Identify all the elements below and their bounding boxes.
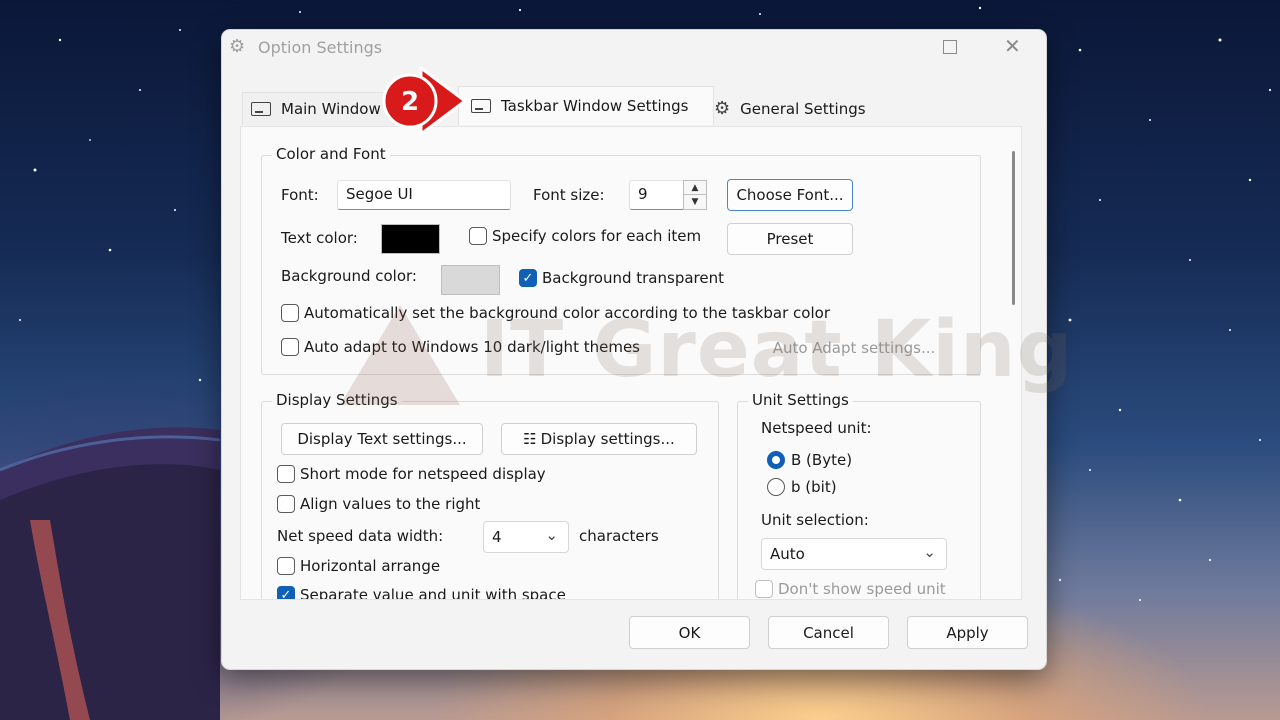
cancel-button[interactable]: Cancel (768, 616, 889, 649)
checkmark-icon: ✓ (519, 269, 537, 287)
display-settings-button[interactable]: ☷ Display settings... (501, 423, 697, 455)
checkbox-label: Short mode for netspeed display (300, 465, 546, 483)
group-title: Display Settings (272, 391, 402, 409)
checkbox-label: Separate value and unit with space (300, 586, 566, 600)
tab-label: Taskbar Window Settings (501, 97, 689, 115)
tab-main-window[interactable]: Main Window (242, 92, 394, 125)
checkbox-icon (755, 580, 773, 598)
background-transparent-checkbox[interactable]: ✓ Background transparent (519, 269, 724, 287)
checkbox-label: Automatically set the background color a… (304, 304, 830, 322)
font-value: Segoe UI (346, 185, 413, 203)
netspeed-unit-label: Netspeed unit: (761, 419, 872, 437)
step-number: 2 (401, 87, 419, 117)
unit-selection-select[interactable]: Auto ⌄ (761, 538, 947, 570)
radio-selected-icon (767, 451, 785, 469)
radio-icon (767, 478, 785, 496)
group-title: Unit Settings (748, 391, 853, 409)
specify-colors-checkbox[interactable]: Specify colors for each item (469, 227, 701, 245)
spin-up-icon[interactable]: ▲ (684, 181, 706, 195)
font-size-label: Font size: (533, 186, 605, 204)
checkmark-icon: ✓ (277, 586, 295, 599)
tab-bar: Main Window Taskbar Window Settings ⚙ Ge… (242, 86, 1042, 126)
option-settings-dialog: ⚙ Option Settings ✕ Main Window Taskbar … (221, 29, 1047, 670)
group-title: Color and Font (272, 145, 390, 163)
font-size-spinner[interactable]: ▲ ▼ (683, 180, 707, 210)
text-color-swatch[interactable] (381, 224, 440, 254)
display-text-settings-button[interactable]: Display Text settings... (281, 423, 483, 455)
font-label: Font: (281, 186, 319, 204)
checkbox-label: Horizontal arrange (300, 557, 441, 575)
auto-adapt-checkbox[interactable]: Auto adapt to Windows 10 dark/light them… (281, 338, 640, 356)
select-value: 4 (492, 528, 502, 546)
data-width-label: Net speed data width: (277, 527, 444, 545)
checkbox-label: Background transparent (542, 269, 724, 287)
window-icon (251, 102, 271, 116)
checkbox-icon (277, 495, 295, 513)
short-mode-checkbox[interactable]: Short mode for netspeed display (277, 465, 546, 483)
horizontal-arrange-checkbox[interactable]: Horizontal arrange (277, 557, 440, 575)
checkbox-icon (281, 304, 299, 322)
checkbox-label: Auto adapt to Windows 10 dark/light them… (304, 338, 640, 356)
checkbox-label: Don't show speed unit (778, 580, 946, 598)
button-label: Display settings... (540, 430, 675, 448)
font-input[interactable]: Segoe UI (337, 180, 511, 210)
auto-adapt-settings-button[interactable]: Auto Adapt settings... (761, 332, 947, 364)
checkbox-icon (469, 227, 487, 245)
align-right-checkbox[interactable]: Align values to the right (277, 495, 480, 513)
window-title: Option Settings (258, 38, 383, 57)
byte-radio[interactable]: B (Byte) (767, 451, 852, 469)
close-button[interactable]: ✕ (1004, 34, 1021, 58)
separate-value-unit-checkbox[interactable]: ✓ Separate value and unit with space (277, 586, 566, 600)
preset-button[interactable]: Preset (727, 223, 853, 255)
checkbox-label: Specify colors for each item (492, 227, 702, 245)
data-width-select[interactable]: 4 ⌄ (483, 521, 569, 553)
choose-font-button[interactable]: Choose Font... (727, 179, 853, 211)
background-color-swatch[interactable] (441, 265, 500, 295)
checkbox-icon (277, 465, 295, 483)
font-size-input[interactable]: 9 (629, 180, 685, 210)
tab-taskbar-window-settings[interactable]: Taskbar Window Settings (458, 86, 714, 125)
step-callout: 2 (382, 66, 467, 136)
select-value: Auto (770, 545, 805, 563)
title-bar: ⚙ Option Settings ✕ (222, 30, 1046, 66)
checkbox-icon (277, 557, 295, 575)
background-color-label: Background color: (281, 267, 417, 285)
text-color-label: Text color: (281, 229, 358, 247)
maximize-button[interactable] (943, 40, 957, 54)
bit-radio[interactable]: b (bit) (767, 478, 837, 496)
spin-down-icon[interactable]: ▼ (684, 195, 706, 209)
taskbar-icon (471, 99, 491, 113)
taskbar-settings-panel: Color and Font Font: Segoe UI Font size:… (240, 126, 1022, 600)
radio-label: B (Byte) (791, 451, 853, 469)
ok-button[interactable]: OK (629, 616, 750, 649)
width-unit-label: characters (579, 527, 659, 545)
checkbox-label: Align values to the right (300, 495, 481, 513)
list-icon: ☷ (523, 430, 537, 448)
apply-button[interactable]: Apply (907, 616, 1028, 649)
chevron-down-icon: ⌄ (545, 526, 558, 544)
radio-label: b (bit) (791, 478, 837, 496)
dont-show-unit-checkbox[interactable]: Don't show speed unit (755, 580, 946, 598)
tab-label: Main Window (281, 100, 381, 118)
tab-general-settings[interactable]: ⚙ General Settings (704, 92, 874, 125)
gear-icon: ⚙ (229, 36, 246, 57)
font-size-value: 9 (638, 185, 648, 203)
unit-selection-label: Unit selection: (761, 511, 869, 529)
chevron-down-icon: ⌄ (923, 543, 936, 561)
checkbox-icon (281, 338, 299, 356)
auto-background-color-checkbox[interactable]: Automatically set the background color a… (281, 304, 830, 322)
tab-label: General Settings (740, 99, 866, 118)
gear-icon: ⚙ (714, 98, 731, 119)
scrollbar[interactable] (1012, 151, 1015, 305)
